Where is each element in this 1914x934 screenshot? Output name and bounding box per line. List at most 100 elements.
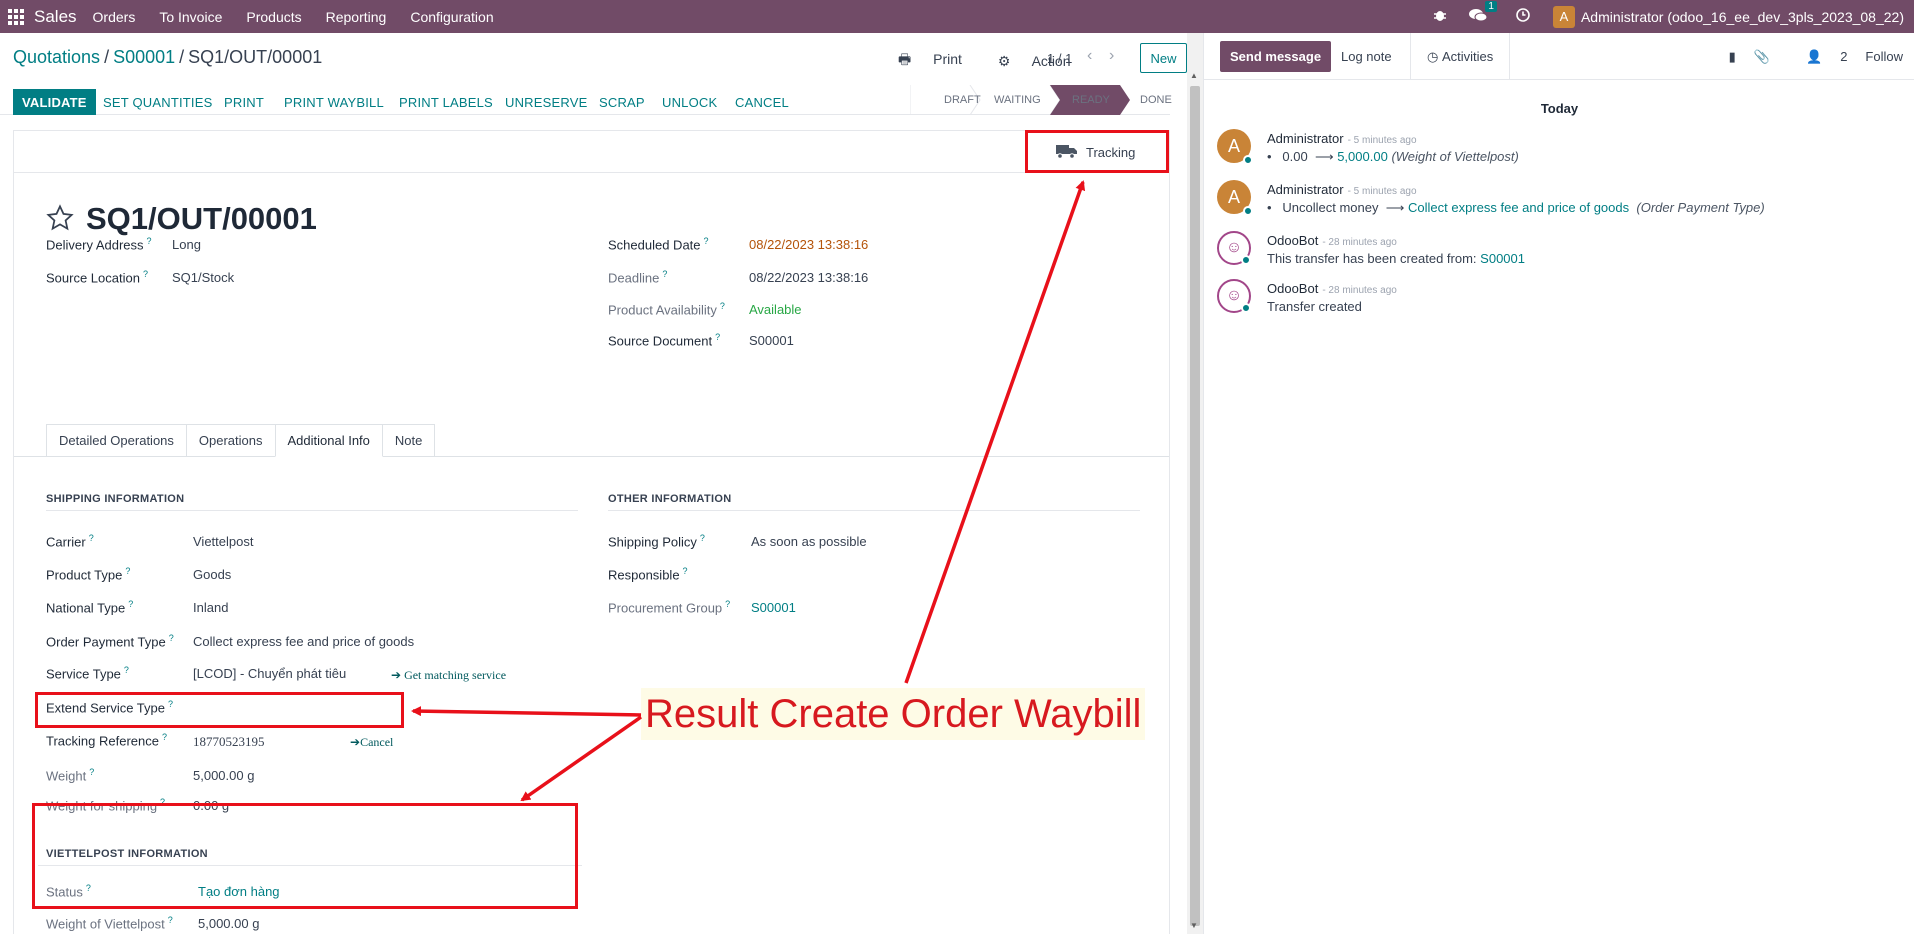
menu-configuration[interactable]: Configuration [410,9,493,25]
send-message-button[interactable]: Send message [1220,41,1332,72]
product-type-value[interactable]: Goods [193,567,231,582]
menu-to-invoice[interactable]: To Invoice [159,9,222,25]
cancel-waybill-button[interactable]: ➔Cancel [350,735,393,750]
cancel-button[interactable]: CANCEL [735,89,789,115]
bug-icon[interactable] [1433,8,1447,26]
tab-detailed-operations[interactable]: Detailed Operations [46,424,187,456]
chevron-right-icon[interactable]: › [1109,47,1114,65]
scroll-down-icon[interactable]: ▼ [1190,921,1198,930]
cancel-waybill-label: Cancel [360,735,394,749]
delivery-address-label-text: Delivery Address [46,237,144,253]
print-button[interactable]: PRINT [224,89,264,115]
message-link[interactable]: S00001 [1480,251,1525,266]
paperclip-icon[interactable]: 📎 [1754,49,1770,65]
unlock-button[interactable]: UNLOCK [662,89,717,115]
new-button[interactable]: New [1140,43,1187,73]
action-menu[interactable]: ⚙ Action [998,53,1089,70]
stage-ready[interactable]: READY [1072,85,1110,115]
tab-note[interactable]: Note [381,424,436,456]
help-icon[interactable]: ? [143,269,148,279]
author-name[interactable]: OdooBot [1267,233,1318,248]
avatar-initial: A [1227,135,1240,156]
help-icon[interactable]: ? [662,269,667,279]
avatar[interactable]: A [1217,129,1253,165]
menu-products[interactable]: Products [246,9,301,25]
source-location-value[interactable]: SQ1/Stock [172,270,234,285]
help-icon[interactable]: ? [720,301,725,311]
other-info-header: OTHER INFORMATION [608,493,1140,511]
scheduled-date-value[interactable]: 08/22/2023 13:38:16 [749,237,868,252]
breadcrumb-order[interactable]: S00001 [113,47,175,67]
help-icon[interactable]: ? [683,566,688,576]
procurement-group-value[interactable]: S00001 [751,600,796,615]
app-name[interactable]: Sales [34,7,77,27]
print-menu[interactable]: 🖶 Print [898,49,980,73]
form-scrollbar[interactable]: ▲ ▼ [1187,33,1203,934]
chat-icon[interactable]: 1 [1468,0,1497,26]
scrollbar-thumb[interactable] [1190,86,1200,926]
help-icon[interactable]: ? [162,732,167,742]
breadcrumb-quotations[interactable]: Quotations [13,47,100,67]
print-labels-button[interactable]: PRINT LABELS [399,89,493,115]
help-icon[interactable]: ? [704,236,709,246]
odoobot-avatar[interactable]: ☺ [1217,231,1251,265]
star-icon[interactable] [46,203,74,235]
odoobot-avatar[interactable]: ☺ [1217,279,1251,313]
tracking-reference-value[interactable]: 18770523195 [193,734,265,750]
follow-button[interactable]: Follow [1865,49,1903,64]
scheduled-date-label-text: Scheduled Date [608,237,701,253]
help-icon[interactable]: ? [89,533,94,543]
tab-additional-info[interactable]: Additional Info [274,424,383,457]
help-icon[interactable]: ? [700,533,705,543]
book-icon[interactable]: ▮ [1729,49,1736,65]
online-status-icon [1243,155,1253,165]
followers-button[interactable]: 👤 2 [1788,49,1847,65]
help-icon[interactable]: ? [169,633,174,643]
help-icon[interactable]: ? [124,665,129,675]
shipping-policy-value[interactable]: As soon as possible [751,534,867,549]
help-icon[interactable]: ? [128,599,133,609]
stage-done[interactable]: DONE [1140,85,1172,115]
validate-button[interactable]: VALIDATE [13,89,96,115]
pager-value[interactable]: 1 / 1 [1047,51,1072,66]
help-icon[interactable]: ? [715,332,720,342]
clock-icon: ◷ [1427,48,1439,64]
log-note-button[interactable]: Log note [1341,41,1392,72]
national-type-value[interactable]: Inland [193,600,228,615]
help-icon[interactable]: ? [147,236,152,246]
stage-waiting[interactable]: WAITING [994,85,1041,115]
get-matching-service-button[interactable]: ➔ Get matching service [391,668,506,683]
smart-button-box: Tracking [14,131,1169,173]
help-icon[interactable]: ? [125,566,130,576]
set-quantities-button[interactable]: SET QUANTITIES [103,89,212,115]
help-icon[interactable]: ? [89,767,94,777]
avatar[interactable]: A [1217,180,1253,216]
source-document-value[interactable]: S00001 [749,333,794,348]
tab-operations[interactable]: Operations [185,424,276,456]
menu-orders[interactable]: Orders [93,9,136,25]
author-name[interactable]: Administrator [1267,131,1344,146]
clock-icon[interactable] [1516,7,1530,26]
user-avatar[interactable]: A [1552,5,1575,28]
scroll-up-icon[interactable]: ▲ [1190,71,1198,80]
apps-menu-icon[interactable] [0,0,32,33]
scrap-button[interactable]: SCRAP [599,89,645,115]
activities-button[interactable]: ◷ Activities [1410,33,1511,80]
stage-draft[interactable]: DRAFT [944,85,981,115]
source-document-label: Source Document? [608,332,720,348]
scheduled-date-label: Scheduled Date? [608,236,709,252]
chevron-left-icon[interactable]: ‹ [1087,47,1092,65]
shipping-policy-label-text: Shipping Policy [608,534,697,550]
author-name[interactable]: OdooBot [1267,281,1318,296]
author-name[interactable]: Administrator [1267,182,1344,197]
carrier-value[interactable]: Viettelpost [193,534,253,549]
service-type-value[interactable]: [LCOD] - Chuyển phát tiêu [193,666,346,681]
menu-reporting[interactable]: Reporting [326,9,387,25]
help-icon[interactable]: ? [725,599,730,609]
help-icon[interactable]: ? [168,915,173,925]
user-name[interactable]: Administrator (odoo_16_ee_dev_3pls_2023_… [1581,9,1904,25]
print-waybill-button[interactable]: PRINT WAYBILL [284,89,384,115]
delivery-address-value[interactable]: Long [172,237,201,252]
unreserve-button[interactable]: UNRESERVE [505,89,587,115]
order-payment-type-value[interactable]: Collect express fee and price of goods [193,634,414,649]
